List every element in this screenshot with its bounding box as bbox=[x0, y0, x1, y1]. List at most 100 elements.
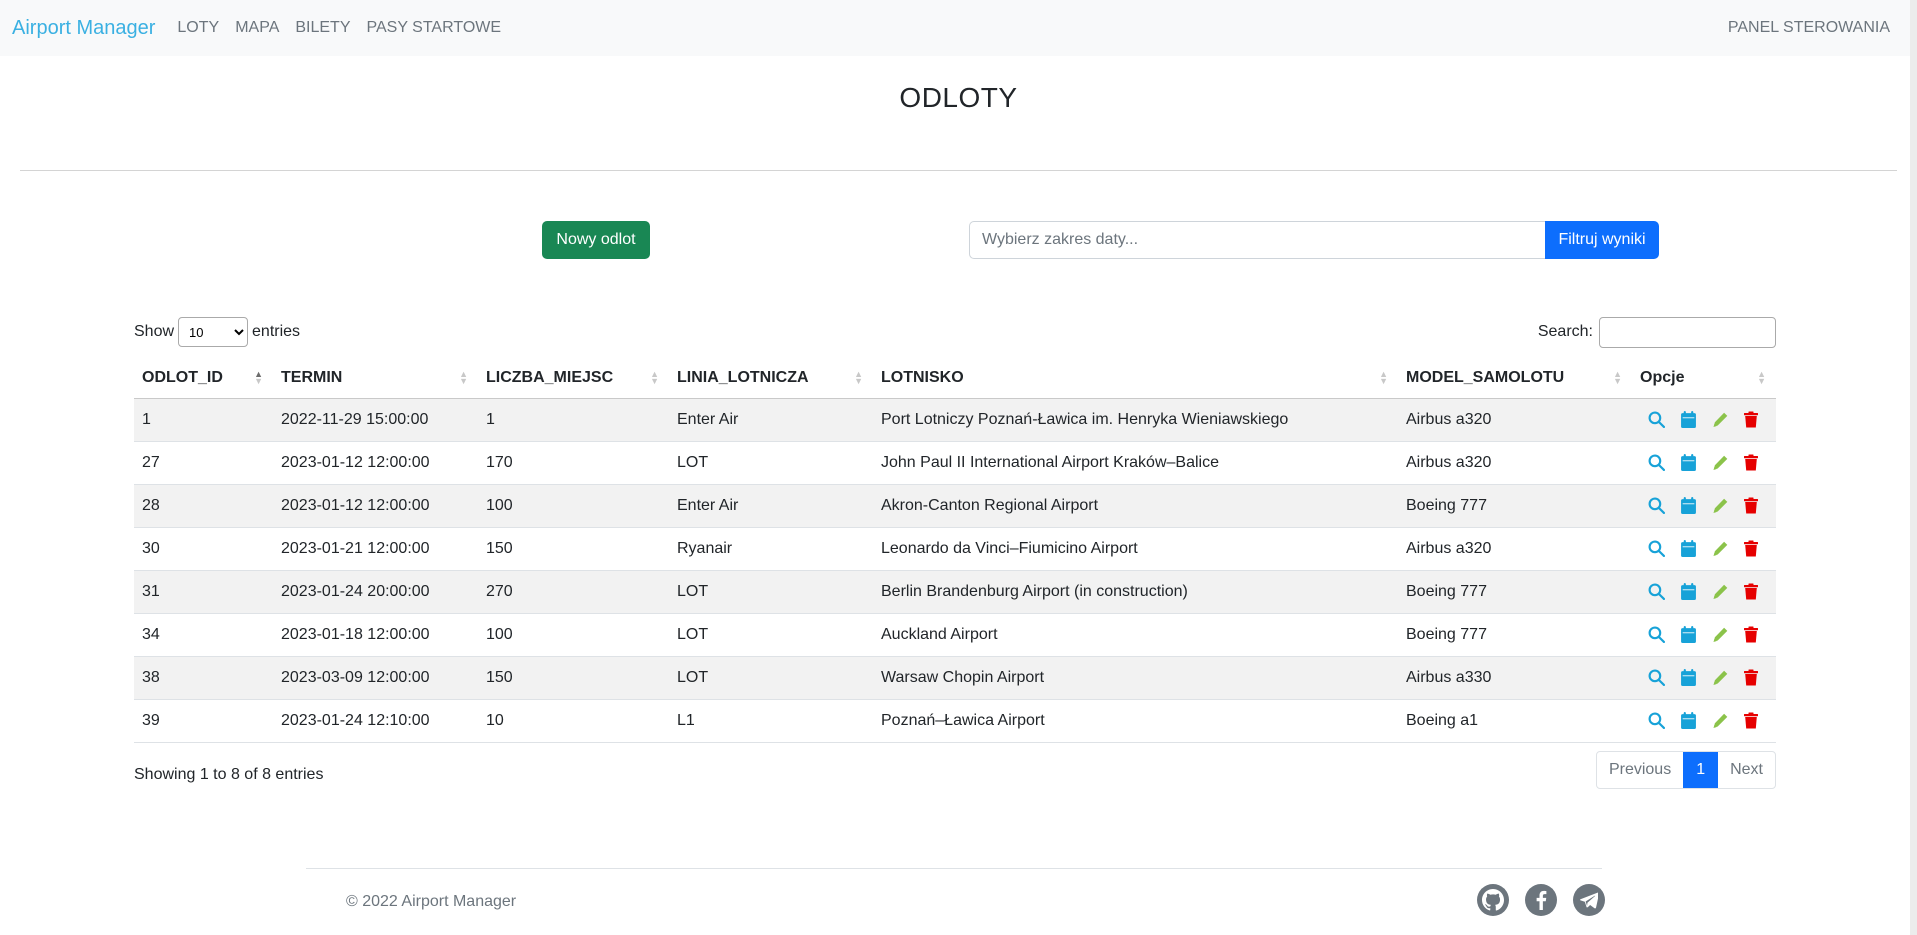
pencil-icon[interactable] bbox=[1712, 584, 1728, 600]
facebook-icon[interactable] bbox=[1525, 884, 1557, 916]
calendar-icon[interactable] bbox=[1681, 497, 1696, 514]
pencil-icon[interactable] bbox=[1712, 627, 1728, 643]
table-cell: LOT bbox=[669, 570, 873, 614]
calendar-icon[interactable] bbox=[1681, 712, 1696, 729]
column-header-model-samolotu[interactable]: MODEL_SAMOLOTU ▲ ▼ bbox=[1398, 358, 1632, 399]
previous-page-button[interactable]: Previous bbox=[1597, 752, 1683, 788]
column-label: LINIA_LOTNICZA bbox=[677, 368, 809, 386]
table-cell: Port Lotniczy Poznań-Ławica im. Henryka … bbox=[873, 398, 1398, 442]
column-header-odlot-id[interactable]: ODLOT_ID ▲ ▼ bbox=[134, 358, 273, 399]
trash-icon[interactable] bbox=[1744, 411, 1758, 428]
row-actions bbox=[1632, 441, 1776, 485]
row-actions bbox=[1632, 613, 1776, 657]
next-page-button[interactable]: Next bbox=[1718, 752, 1775, 788]
table-cell: Ryanair bbox=[669, 527, 873, 571]
column-label: TERMIN bbox=[281, 368, 343, 386]
filter-button[interactable]: Filtruj wyniki bbox=[1545, 221, 1659, 259]
date-range-input[interactable] bbox=[969, 221, 1545, 259]
departures-table: ODLOT_ID ▲ ▼ TERMIN ▲ ▼ LICZBA_MIEJSC ▲ ▼ LINI… bbox=[134, 358, 1776, 743]
row-actions bbox=[1632, 656, 1776, 700]
datatable-controls: Show 10 entries Search: bbox=[134, 316, 1776, 348]
brand-link[interactable]: Airport Manager bbox=[12, 17, 155, 40]
pencil-icon[interactable] bbox=[1712, 498, 1728, 514]
search-icon[interactable] bbox=[1648, 712, 1665, 729]
pencil-icon[interactable] bbox=[1712, 541, 1728, 557]
sort-icon: ▲ ▼ bbox=[854, 369, 863, 386]
search-icon[interactable] bbox=[1648, 454, 1665, 471]
search-icon[interactable] bbox=[1648, 583, 1665, 600]
search-icon[interactable] bbox=[1648, 626, 1665, 643]
column-header-opcje[interactable]: Opcje ▲ ▼ bbox=[1632, 358, 1776, 399]
table-cell: 38 bbox=[134, 656, 273, 700]
calendar-icon[interactable] bbox=[1681, 669, 1696, 686]
table-cell: 2023-01-21 12:00:00 bbox=[273, 527, 478, 571]
column-header-termin[interactable]: TERMIN ▲ ▼ bbox=[273, 358, 478, 399]
table-cell: 2023-01-24 20:00:00 bbox=[273, 570, 478, 614]
pencil-icon[interactable] bbox=[1712, 713, 1728, 729]
search-icon[interactable] bbox=[1648, 540, 1665, 557]
scrollbar[interactable] bbox=[1910, 0, 1917, 935]
nav-link-pasy-startowe[interactable]: PASY STARTOWE bbox=[367, 19, 502, 37]
nav-link-bilety[interactable]: BILETY bbox=[295, 19, 350, 37]
column-header-lotnisko[interactable]: LOTNISKO ▲ ▼ bbox=[873, 358, 1398, 399]
column-label: Opcje bbox=[1640, 368, 1685, 386]
trash-icon[interactable] bbox=[1744, 497, 1758, 514]
table-header-row: ODLOT_ID ▲ ▼ TERMIN ▲ ▼ LICZBA_MIEJSC ▲ ▼ LINI… bbox=[134, 358, 1776, 399]
row-actions bbox=[1632, 484, 1776, 528]
pencil-icon[interactable] bbox=[1712, 670, 1728, 686]
trash-icon[interactable] bbox=[1744, 583, 1758, 600]
trash-icon[interactable] bbox=[1744, 712, 1758, 729]
table-cell: Enter Air bbox=[669, 484, 873, 528]
trash-icon[interactable] bbox=[1744, 454, 1758, 471]
nav-link-loty[interactable]: LOTY bbox=[177, 19, 219, 37]
calendar-icon[interactable] bbox=[1681, 626, 1696, 643]
row-actions bbox=[1632, 527, 1776, 571]
search-input[interactable] bbox=[1599, 316, 1776, 348]
search-icon[interactable] bbox=[1648, 411, 1665, 428]
page-title: ODLOTY bbox=[899, 82, 1018, 113]
trash-icon[interactable] bbox=[1744, 669, 1758, 686]
new-departure-button[interactable]: Nowy odlot bbox=[542, 221, 650, 259]
table-cell: 170 bbox=[478, 441, 669, 485]
table-row: 38 2023-03-09 12:00:00 150 LOT Warsaw Chopin… bbox=[134, 656, 1776, 700]
table-cell: 270 bbox=[478, 570, 669, 614]
table-cell: LOT bbox=[669, 656, 873, 700]
trash-icon[interactable] bbox=[1744, 626, 1758, 643]
github-icon[interactable] bbox=[1477, 884, 1509, 916]
calendar-icon[interactable] bbox=[1681, 454, 1696, 471]
column-header-linia-lotnicza[interactable]: LINIA_LOTNICZA ▲ ▼ bbox=[669, 358, 873, 399]
nav-link-mapa[interactable]: MAPA bbox=[235, 19, 279, 37]
column-label: LICZBA_MIEJSC bbox=[486, 368, 614, 386]
table-cell: 31 bbox=[134, 570, 273, 614]
table-cell: 100 bbox=[478, 484, 669, 528]
social-links bbox=[1477, 884, 1605, 916]
table-cell: 1 bbox=[134, 398, 273, 442]
search-label: Search: bbox=[1537, 323, 1593, 340]
search-icon[interactable] bbox=[1648, 497, 1665, 514]
sort-icon: ▲ ▼ bbox=[650, 369, 659, 386]
page-1-button[interactable]: 1 bbox=[1683, 751, 1719, 788]
table-cell: 150 bbox=[478, 656, 669, 700]
table-cell: 150 bbox=[478, 527, 669, 571]
column-label: MODEL_SAMOLOTU bbox=[1406, 368, 1565, 386]
row-actions bbox=[1632, 398, 1776, 442]
table-row: 30 2023-01-21 12:00:00 150 Ryanair Leonardo … bbox=[134, 527, 1776, 571]
footer-divider bbox=[306, 868, 1602, 869]
pencil-icon[interactable] bbox=[1712, 412, 1728, 428]
column-header-liczba-miejsc[interactable]: LICZBA_MIEJSC ▲ ▼ bbox=[478, 358, 669, 399]
table-cell: 2023-01-24 12:10:00 bbox=[273, 699, 478, 743]
calendar-icon[interactable] bbox=[1681, 583, 1696, 600]
page-length-select[interactable]: 10 bbox=[178, 317, 249, 347]
datatable-footer: Showing 1 to 8 of 8 entries Previous 1 N… bbox=[134, 750, 1776, 789]
page-length-control: Show 10 entries bbox=[134, 317, 300, 347]
telegram-icon[interactable] bbox=[1573, 884, 1605, 916]
calendar-icon[interactable] bbox=[1681, 540, 1696, 557]
pencil-icon[interactable] bbox=[1712, 455, 1728, 471]
sort-icon: ▲ ▼ bbox=[254, 369, 263, 386]
nav-link-panel-sterowania[interactable]: PANEL STEROWANIA bbox=[1728, 0, 1890, 56]
search-icon[interactable] bbox=[1648, 669, 1665, 686]
calendar-icon[interactable] bbox=[1681, 411, 1696, 428]
search-control: Search: bbox=[1537, 316, 1776, 348]
trash-icon[interactable] bbox=[1744, 540, 1758, 557]
table-row: 1 2022-11-29 15:00:00 1 Enter Air Port Lotni… bbox=[134, 398, 1776, 442]
